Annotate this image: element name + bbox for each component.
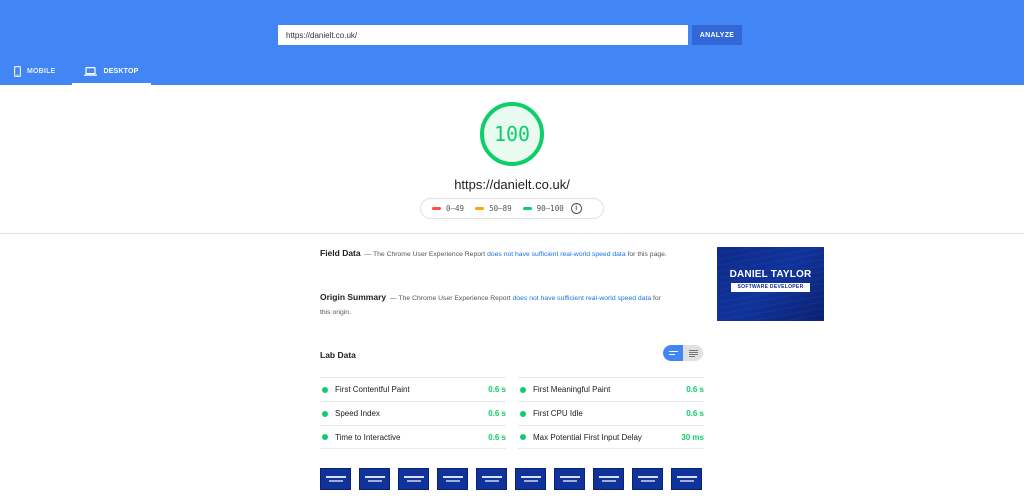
filmstrip-frame [632,468,663,490]
metric-label: Time to Interactive [335,432,401,442]
toggle-summary-view[interactable] [663,345,683,361]
tab-desktop[interactable]: DESKTOP [72,58,151,85]
frame-subtitle-line [524,480,538,482]
list-lines-icon [688,349,698,357]
filmstrip [320,468,704,492]
analyzed-url: https://danielt.co.uk/ [454,177,570,192]
frame-title-line [521,476,541,478]
metric-row: Max Potential First Input Delay 30 ms [518,425,704,449]
frame-title-line [404,476,424,478]
pass-dot-icon [520,434,526,440]
metric-label: First Meaningful Paint [533,385,611,394]
metric-value: 0.6 s [488,432,506,442]
metric-value: 0.6 s [686,409,704,418]
frame-subtitle-line [485,480,499,482]
origin-summary-prefix: — The Chrome User Experience Report [389,295,511,302]
filmstrip-frame [320,468,351,490]
filmstrip-frame [437,468,468,490]
frame-title-line [599,476,619,478]
metric-label: Max Potential First Input Delay [533,432,642,442]
field-data-link[interactable]: does not have sufficient real-world spee… [487,251,626,258]
origin-summary-section: Origin Summary — The Chrome User Experie… [320,290,670,320]
frame-subtitle-line [329,480,343,482]
active-tab-indicator [72,83,151,85]
filmstrip-frame [359,468,390,490]
short-lines-icon [668,351,678,355]
frame-subtitle-line [407,480,421,482]
legend-label: 90–100 [536,204,564,213]
filmstrip-frame [671,468,702,490]
origin-summary-title: Origin Summary [320,292,387,302]
page-screenshot-thumbnail: DANIEL TAYLOR SOFTWARE DEVELOPER [717,247,824,321]
pass-dot-icon [520,410,526,417]
metric-label: First CPU Idle [533,409,583,418]
toggle-detail-view[interactable] [683,345,703,361]
frame-title-line [482,476,502,478]
score-legend: 0–49 50–89 90–100 i [420,198,604,219]
frame-title-line [326,476,346,478]
url-input[interactable] [278,25,688,45]
view-toggle[interactable] [663,345,703,361]
legend-label: 50–89 [489,204,512,213]
metric-row: Time to Interactive 0.6 s [320,425,506,449]
legend-item-fail: 0–49 [432,204,464,213]
section-divider [0,233,1024,234]
pass-dot-icon [520,386,526,393]
field-data-prefix: — The Chrome User Experience Report [364,251,486,258]
field-data-suffix: for this page. [627,251,667,258]
laptop-icon [84,67,98,76]
frame-title-line [638,476,658,478]
red-dash-icon [432,207,441,210]
tab-mobile-label: MOBILE [27,68,56,75]
frame-title-line [560,476,580,478]
frame-title-line [443,476,463,478]
metric-row: First CPU Idle 0.6 s [518,401,704,425]
metric-row: Speed Index 0.6 s [320,401,506,425]
filmstrip-frame [398,468,429,490]
analyze-button[interactable]: ANALYZE [692,25,742,45]
tab-desktop-label: DESKTOP [103,68,139,75]
filmstrip-frame [593,468,624,490]
frame-subtitle-line [641,480,655,482]
metric-row: First Contentful Paint 0.6 s [320,377,506,401]
thumbnail-role: SOFTWARE DEVELOPER [731,283,810,292]
metric-value: 0.6 s [488,385,506,394]
frame-subtitle-line [446,480,460,482]
frame-subtitle-line [680,480,694,482]
metric-value: 30 ms [681,432,704,442]
metrics-left-column: First Contentful Paint 0.6 s Speed Index… [320,377,506,449]
frame-subtitle-line [563,480,577,482]
metric-label: First Contentful Paint [335,385,410,394]
frame-subtitle-line [602,480,616,482]
metric-value: 0.6 s [686,385,704,394]
performance-score: 100 [493,122,531,146]
header-bar: ANALYZE MOBILE DESKTOP [0,0,1024,85]
field-data-section: Field Data — The Chrome User Experience … [320,246,670,262]
metric-label: Speed Index [335,409,380,418]
filmstrip-frame [554,468,585,490]
frame-title-line [677,476,697,478]
origin-summary-link[interactable]: does not have sufficient real-world spee… [513,295,652,302]
mobile-phone-icon [14,66,21,77]
tab-mobile[interactable]: MOBILE [14,58,70,85]
metric-value: 0.6 s [488,409,506,418]
green-dash-icon [522,207,532,210]
frame-subtitle-line [368,480,382,482]
lab-data-title: Lab Data [320,350,356,360]
legend-label: 0–49 [446,204,465,213]
filmstrip-frame [515,468,546,490]
pass-dot-icon [322,434,328,440]
info-icon[interactable]: i [570,203,582,214]
orange-dash-icon [475,207,485,210]
pass-dot-icon [322,386,328,393]
thumbnail-name: DANIEL TAYLOR [729,269,812,280]
metric-row: First Meaningful Paint 0.6 s [518,377,704,401]
field-data-title: Field Data [320,248,361,258]
legend-item-pass: 90–100 [522,204,564,213]
frame-title-line [365,476,385,478]
legend-item-average: 50–89 [475,204,512,213]
pass-dot-icon [322,410,328,417]
filmstrip-frame [476,468,507,490]
metrics-right-column: First Meaningful Paint 0.6 s First CPU I… [518,377,704,449]
